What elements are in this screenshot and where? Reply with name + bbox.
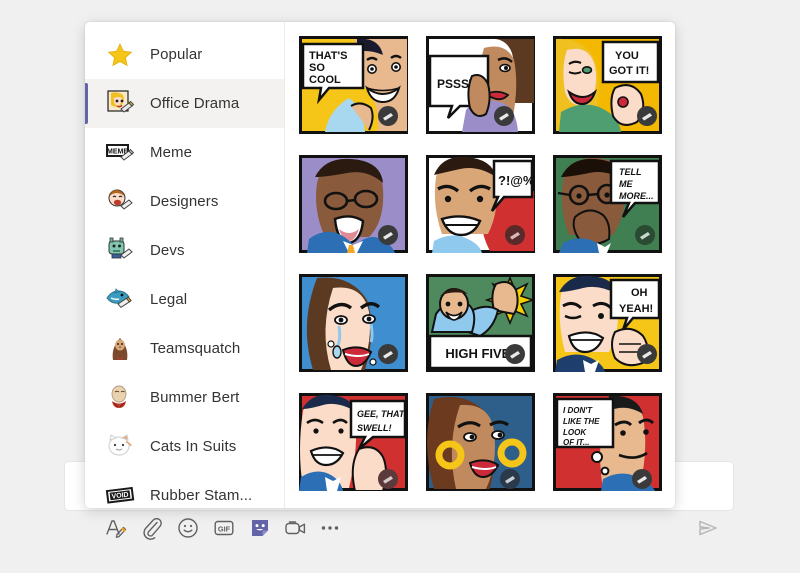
teamsquatch-icon bbox=[105, 334, 135, 364]
sidebar-item-office-drama[interactable]: Office Drama bbox=[85, 79, 284, 128]
sticker-crying-woman[interactable] bbox=[299, 274, 408, 372]
format-text-icon[interactable] bbox=[100, 512, 132, 544]
sticker-grid-scroll-area[interactable]: THAT'S SO COOL PSSST! YOU GOT IT! ?!@% T… bbox=[285, 22, 675, 508]
emoji-icon[interactable] bbox=[172, 512, 204, 544]
sticker-pssst[interactable]: PSSST! bbox=[426, 36, 535, 134]
sidebar-item-label: Meme bbox=[150, 144, 193, 161]
svg-text:I DON'T: I DON'T bbox=[563, 406, 593, 415]
svg-text:OH: OH bbox=[631, 287, 648, 299]
sidebar-item-cats-in-suits[interactable]: Cats In Suits bbox=[85, 422, 284, 471]
svg-text:LIKE THE: LIKE THE bbox=[563, 417, 600, 426]
sticker-grid: THAT'S SO COOL PSSST! YOU GOT IT! ?!@% T… bbox=[299, 36, 675, 491]
svg-text:YOU: YOU bbox=[615, 50, 639, 62]
sidebar-item-rubber-stamp[interactable]: VOID Rubber Stam... bbox=[85, 471, 284, 508]
sticker-laughing-man[interactable] bbox=[299, 155, 408, 253]
gif-label: GIF bbox=[218, 524, 231, 533]
sidebar-item-label: Legal bbox=[150, 291, 188, 308]
sticker-category-sidebar[interactable]: Popular Office Drama MEME Meme Designers… bbox=[85, 22, 285, 508]
meme-icon: MEME bbox=[105, 138, 135, 168]
sidebar-item-label: Designers bbox=[150, 193, 219, 210]
sidebar-item-meme[interactable]: MEME Meme bbox=[85, 128, 284, 177]
send-button[interactable] bbox=[692, 512, 724, 544]
designers-icon bbox=[105, 187, 135, 217]
sidebar-item-designers[interactable]: Designers bbox=[85, 177, 284, 226]
svg-text:GOT IT!: GOT IT! bbox=[609, 65, 649, 77]
sidebar-item-devs[interactable]: Devs bbox=[85, 226, 284, 275]
sidebar-item-popular[interactable]: Popular bbox=[85, 30, 284, 79]
svg-text:YEAH!: YEAH! bbox=[619, 303, 653, 315]
svg-text:THAT'S: THAT'S bbox=[309, 50, 347, 62]
sticker-tell-me-more[interactable]: TELL ME MORE... bbox=[553, 155, 662, 253]
sidebar-item-teamsquatch[interactable]: Teamsquatch bbox=[85, 324, 284, 373]
bummer-bert-icon bbox=[105, 383, 135, 413]
svg-text:SO: SO bbox=[309, 62, 325, 74]
sidebar-item-bummer-bert[interactable]: Bummer Bert bbox=[85, 373, 284, 422]
sticker-that-s-so-cool[interactable]: THAT'S SO COOL bbox=[299, 36, 408, 134]
svg-text:SWELL!: SWELL! bbox=[357, 423, 392, 433]
sidebar-item-label: Cats In Suits bbox=[150, 438, 237, 455]
star-icon bbox=[105, 40, 135, 70]
sticker-gee-that-s-swell[interactable]: GEE, THAT'S SWELL! bbox=[299, 393, 408, 491]
sidebar-item-legal[interactable]: Legal bbox=[85, 275, 284, 324]
legal-shark-icon bbox=[105, 285, 135, 315]
sticker-angry-symbols[interactable]: ?!@% bbox=[426, 155, 535, 253]
meet-now-icon[interactable] bbox=[280, 512, 312, 544]
giphy-icon[interactable]: GIF bbox=[208, 512, 240, 544]
sticker-oh-yeah[interactable]: OH YEAH! bbox=[553, 274, 662, 372]
sticker-icon[interactable] bbox=[244, 512, 276, 544]
sidebar-item-label: Popular bbox=[150, 46, 203, 63]
more-options-icon[interactable] bbox=[314, 512, 346, 544]
attach-file-icon[interactable] bbox=[136, 512, 168, 544]
sticker-high-five[interactable]: HIGH FIVE! bbox=[426, 274, 535, 372]
sidebar-item-label: Bummer Bert bbox=[150, 389, 240, 406]
sidebar-item-label: Teamsquatch bbox=[150, 340, 241, 357]
sticker-i-don-t-like-the-look-of-it[interactable]: I DON'T LIKE THE LOOK OF IT... bbox=[553, 393, 662, 491]
svg-text:MORE...: MORE... bbox=[619, 191, 654, 201]
svg-text:OF IT...: OF IT... bbox=[563, 438, 590, 447]
sticker-picker-popup: Popular Office Drama MEME Meme Designers… bbox=[85, 22, 675, 508]
svg-text:GEE, THAT'S: GEE, THAT'S bbox=[357, 409, 408, 419]
sidebar-item-label: Rubber Stam... bbox=[150, 487, 253, 504]
sticker-you-got-it[interactable]: YOU GOT IT! bbox=[553, 36, 662, 134]
teams-sticker-picker-screen: Popular Office Drama MEME Meme Designers… bbox=[0, 0, 800, 573]
office-drama-icon bbox=[105, 89, 135, 119]
sticker-skeptical-woman[interactable] bbox=[426, 393, 535, 491]
svg-text:?!@%: ?!@% bbox=[498, 173, 535, 188]
svg-text:COOL: COOL bbox=[309, 74, 341, 86]
cats-in-suits-icon bbox=[105, 432, 135, 462]
compose-toolbar: GIF bbox=[0, 512, 800, 552]
svg-text:HIGH FIVE!: HIGH FIVE! bbox=[445, 346, 514, 361]
svg-text:LOOK: LOOK bbox=[563, 428, 587, 437]
svg-text:ME: ME bbox=[619, 179, 633, 189]
sidebar-item-label: Office Drama bbox=[150, 95, 240, 112]
sidebar-item-label: Devs bbox=[150, 242, 185, 259]
rubber-stamp-void-icon: VOID bbox=[105, 481, 135, 509]
devs-icon bbox=[105, 236, 135, 266]
svg-text:TELL: TELL bbox=[619, 167, 642, 177]
